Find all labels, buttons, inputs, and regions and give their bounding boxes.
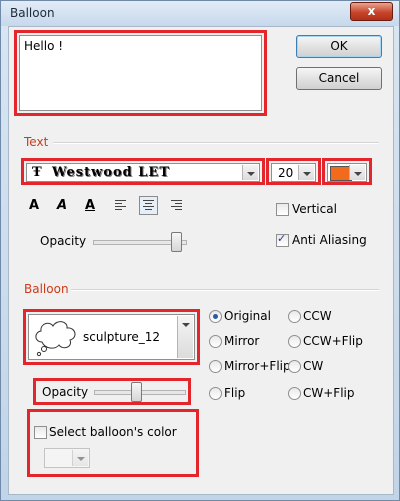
title-bar: Balloon x bbox=[1, 1, 399, 26]
text-opacity-label: Opacity bbox=[40, 234, 87, 248]
balloon-section-label: Balloon bbox=[24, 282, 69, 296]
balloon-section-divider bbox=[71, 289, 379, 291]
text-opacity-slider[interactable] bbox=[171, 232, 182, 252]
radio-label-mirror-flip: Mirror+Flip bbox=[224, 359, 291, 373]
dropdown-arrow-icon[interactable] bbox=[177, 316, 193, 358]
dropdown-arrow-icon[interactable] bbox=[349, 165, 365, 180]
vertical-checkbox[interactable] bbox=[276, 203, 289, 216]
font-name: Westwood LET bbox=[52, 165, 171, 180]
text-section-divider bbox=[53, 142, 379, 144]
radio-label-mirror: Mirror bbox=[224, 334, 260, 348]
ok-button[interactable]: OK bbox=[296, 35, 382, 58]
anti-aliasing-checkbox[interactable] bbox=[276, 232, 289, 247]
balloon-opacity-label: Opacity bbox=[42, 385, 89, 399]
text-section-label: Text bbox=[24, 135, 49, 149]
select-balloon-color-label: Select balloon's color bbox=[49, 425, 177, 439]
radio-cw[interactable] bbox=[288, 360, 301, 373]
vertical-label: Vertical bbox=[292, 202, 337, 216]
radio-cw-flip[interactable] bbox=[288, 387, 301, 400]
radio-label-flip: Flip bbox=[224, 386, 246, 400]
text-area[interactable]: Hello ! bbox=[19, 35, 262, 111]
balloon-cloud-icon bbox=[35, 321, 76, 357]
radio-label-ccw: CCW bbox=[303, 309, 332, 323]
radio-ccw-flip[interactable] bbox=[288, 335, 301, 348]
balloon-dialog: Balloon x Hello ! OK Cancel Text Ŧ Westw… bbox=[0, 0, 400, 501]
align-center-icon[interactable] bbox=[139, 196, 158, 215]
balloon-opacity-slider[interactable] bbox=[131, 382, 142, 402]
underline-button[interactable]: A bbox=[83, 199, 97, 213]
size-combo-highlight: 20 bbox=[266, 158, 321, 185]
align-right-icon[interactable] bbox=[167, 197, 184, 214]
select-balloon-color-checkbox[interactable] bbox=[34, 426, 47, 439]
balloon-shape-name: sculpture_12 bbox=[83, 330, 161, 344]
balloon-color-picker[interactable] bbox=[44, 448, 90, 468]
bold-button[interactable]: A bbox=[27, 199, 41, 213]
text-area-highlight: Hello ! bbox=[14, 30, 267, 116]
font-size-combo[interactable]: 20 bbox=[271, 163, 316, 182]
font-combo-highlight: Ŧ Westwood LET bbox=[21, 158, 265, 185]
shape-combo-highlight: sculpture_12 bbox=[23, 309, 200, 365]
radio-label-cw-flip: CW+Flip bbox=[303, 386, 355, 400]
italic-button[interactable]: A bbox=[55, 199, 69, 213]
text-font-icon: Ŧ bbox=[32, 165, 42, 180]
balloon-opacity-highlight: Opacity bbox=[33, 378, 191, 405]
cancel-button[interactable]: Cancel bbox=[296, 67, 382, 90]
align-left-icon[interactable] bbox=[113, 197, 130, 214]
balloon-shape-combo[interactable]: sculpture_12 bbox=[28, 314, 195, 360]
radio-flip[interactable] bbox=[209, 387, 222, 400]
radio-original[interactable] bbox=[209, 310, 222, 323]
anti-aliasing-label: Anti Aliasing bbox=[292, 233, 367, 247]
balloon-color-highlight: Select balloon's color bbox=[27, 409, 199, 477]
dropdown-arrow-icon[interactable] bbox=[298, 165, 314, 180]
radio-label-ccw-flip: CCW+Flip bbox=[303, 334, 363, 348]
text-color-picker[interactable] bbox=[327, 163, 367, 182]
close-button[interactable]: x bbox=[350, 2, 393, 21]
window-title: Balloon bbox=[10, 6, 55, 20]
radio-label-original: Original bbox=[224, 309, 271, 323]
dropdown-arrow-icon[interactable] bbox=[72, 450, 88, 466]
radio-label-cw: CW bbox=[303, 359, 324, 373]
dialog-body: Hello ! OK Cancel Text Ŧ Westwood LET 20 bbox=[8, 26, 394, 495]
radio-mirror-flip[interactable] bbox=[209, 360, 222, 373]
close-icon: x bbox=[367, 4, 376, 18]
font-combo[interactable]: Ŧ Westwood LET bbox=[26, 163, 260, 182]
radio-mirror[interactable] bbox=[209, 335, 222, 348]
font-size-value: 20 bbox=[278, 166, 294, 180]
radio-ccw[interactable] bbox=[288, 310, 301, 323]
color-combo-highlight bbox=[322, 158, 372, 185]
dropdown-arrow-icon[interactable] bbox=[242, 165, 258, 180]
